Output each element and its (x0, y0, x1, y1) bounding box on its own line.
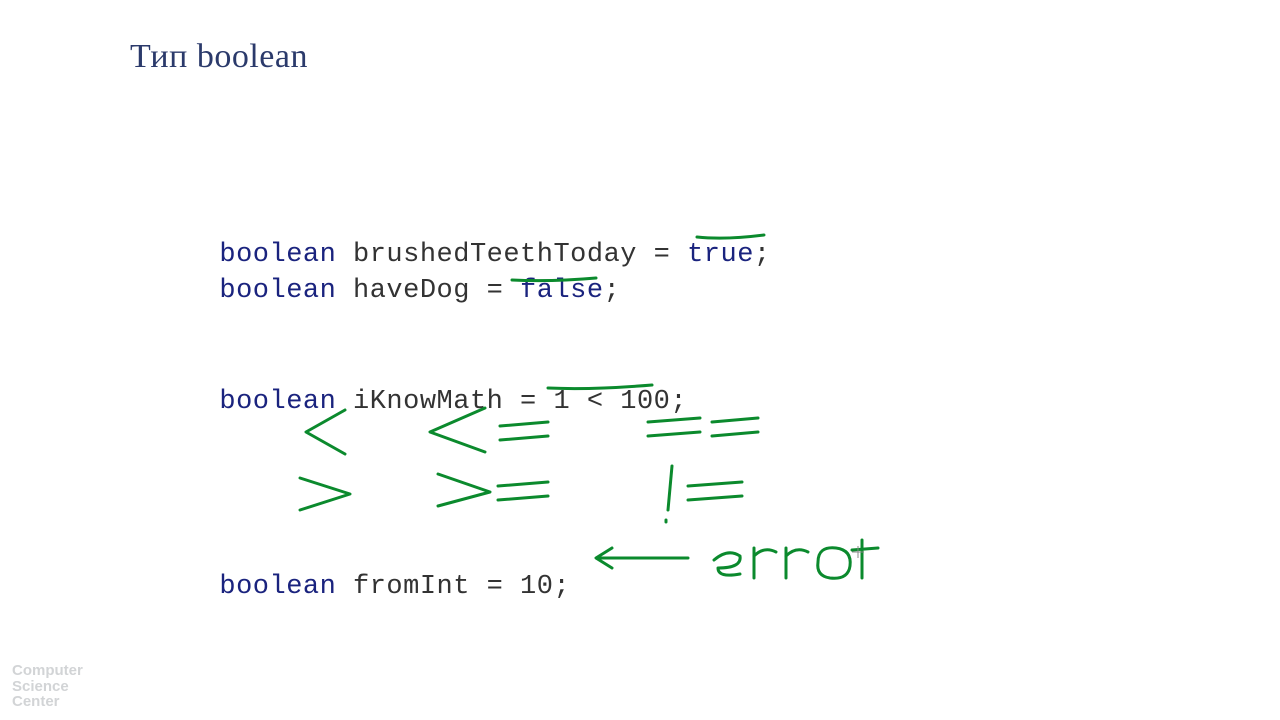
hand-greater-than-icon (300, 478, 350, 510)
code-text: ; (604, 276, 621, 306)
code-text: haveDog = (336, 276, 520, 306)
hand-greater-equal-icon (438, 474, 490, 506)
hand-greater-equal-bar1 (498, 482, 548, 486)
hand-arrow-head (596, 548, 612, 568)
code-text: iKnowMath = 1 < 100; (336, 387, 687, 417)
hand-equal-left-bar2 (648, 432, 700, 436)
keyword: boolean (219, 387, 336, 417)
watermark-line: Science (12, 679, 83, 695)
hand-error-label (714, 540, 878, 578)
hand-equal-left-bar1 (648, 418, 700, 422)
code-line-3: boolean iKnowMath = 1 < 100; (186, 357, 687, 417)
keyword: boolean (219, 572, 336, 602)
code-text: fromInt = 10; (336, 572, 570, 602)
hand-less-equal-bar1 (500, 422, 548, 426)
hand-not-equal-bar (668, 466, 672, 510)
brand-watermark: Computer Science Center (12, 663, 83, 710)
code-line-2: boolean haveDog = false; (186, 246, 620, 306)
keyword: boolean (219, 276, 336, 306)
hand-equal-right-bar1 (712, 418, 758, 422)
literal: false (520, 276, 604, 306)
literal: true (687, 240, 754, 270)
hand-equal-right-bar2 (712, 432, 758, 436)
watermark-line: Center (12, 694, 83, 710)
code-text: ; (754, 240, 771, 270)
hand-not-equal-eq2 (688, 496, 742, 500)
code-line-4: boolean fromInt = 10; (186, 542, 570, 602)
watermark-line: Computer (12, 663, 83, 679)
hand-greater-equal-bar2 (498, 496, 548, 500)
hand-less-equal-bar2 (500, 436, 548, 440)
slide-title: Тип boolean (130, 38, 308, 76)
hand-not-equal-eq1 (688, 482, 742, 486)
